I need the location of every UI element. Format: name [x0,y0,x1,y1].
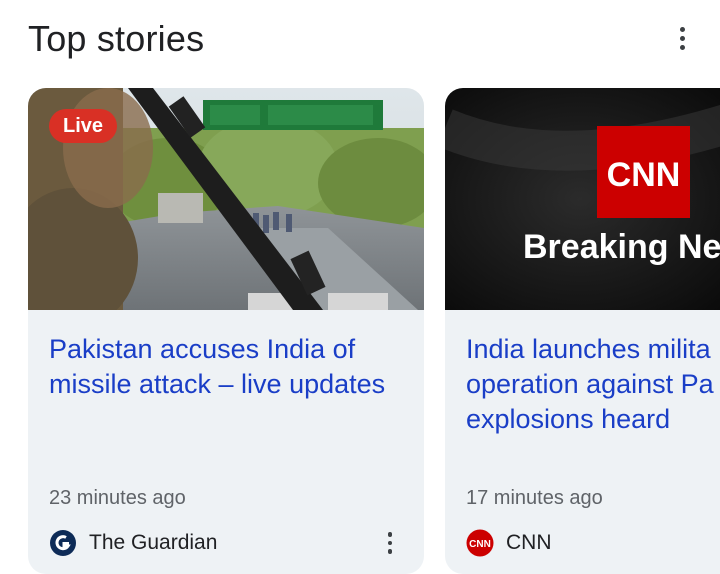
story-source[interactable]: The Guardian [49,528,217,558]
story-headline[interactable]: India launches milita operation against … [466,332,720,437]
story-thumbnail: CNN Breaking Ne [445,88,720,310]
section-title: Top stories [28,18,205,59]
more-vert-icon[interactable] [664,20,700,56]
top-stories-header: Top stories [0,0,720,80]
story-time: 17 minutes ago [466,487,603,509]
live-badge: Live [49,109,118,143]
headline-line: explosions heard [466,404,671,434]
story-source[interactable]: CNN CNN [466,528,552,558]
breaking-news-text: Breaking Ne [523,228,720,266]
headline-line: operation against Pa [466,369,714,399]
source-name: The Guardian [89,531,218,554]
story-headline[interactable]: Pakistan accuses India of missile attack… [49,332,399,402]
guardian-logo-icon [49,529,77,557]
svg-text:CNN: CNN [469,539,491,550]
headline-line: India launches milita [466,334,711,364]
story-time: 23 minutes ago [49,487,186,509]
story-thumbnail: Live [28,88,424,310]
story-card[interactable]: CNN Breaking Ne India launches milita op… [445,88,720,574]
cnn-logo-text: CNN [607,156,681,194]
source-name: CNN [506,531,552,554]
cnn-logo-icon: CNN [466,529,494,557]
card-more-vert-icon[interactable] [376,528,404,558]
story-card[interactable]: Live Pakistan accuses India of missile a… [28,88,424,574]
